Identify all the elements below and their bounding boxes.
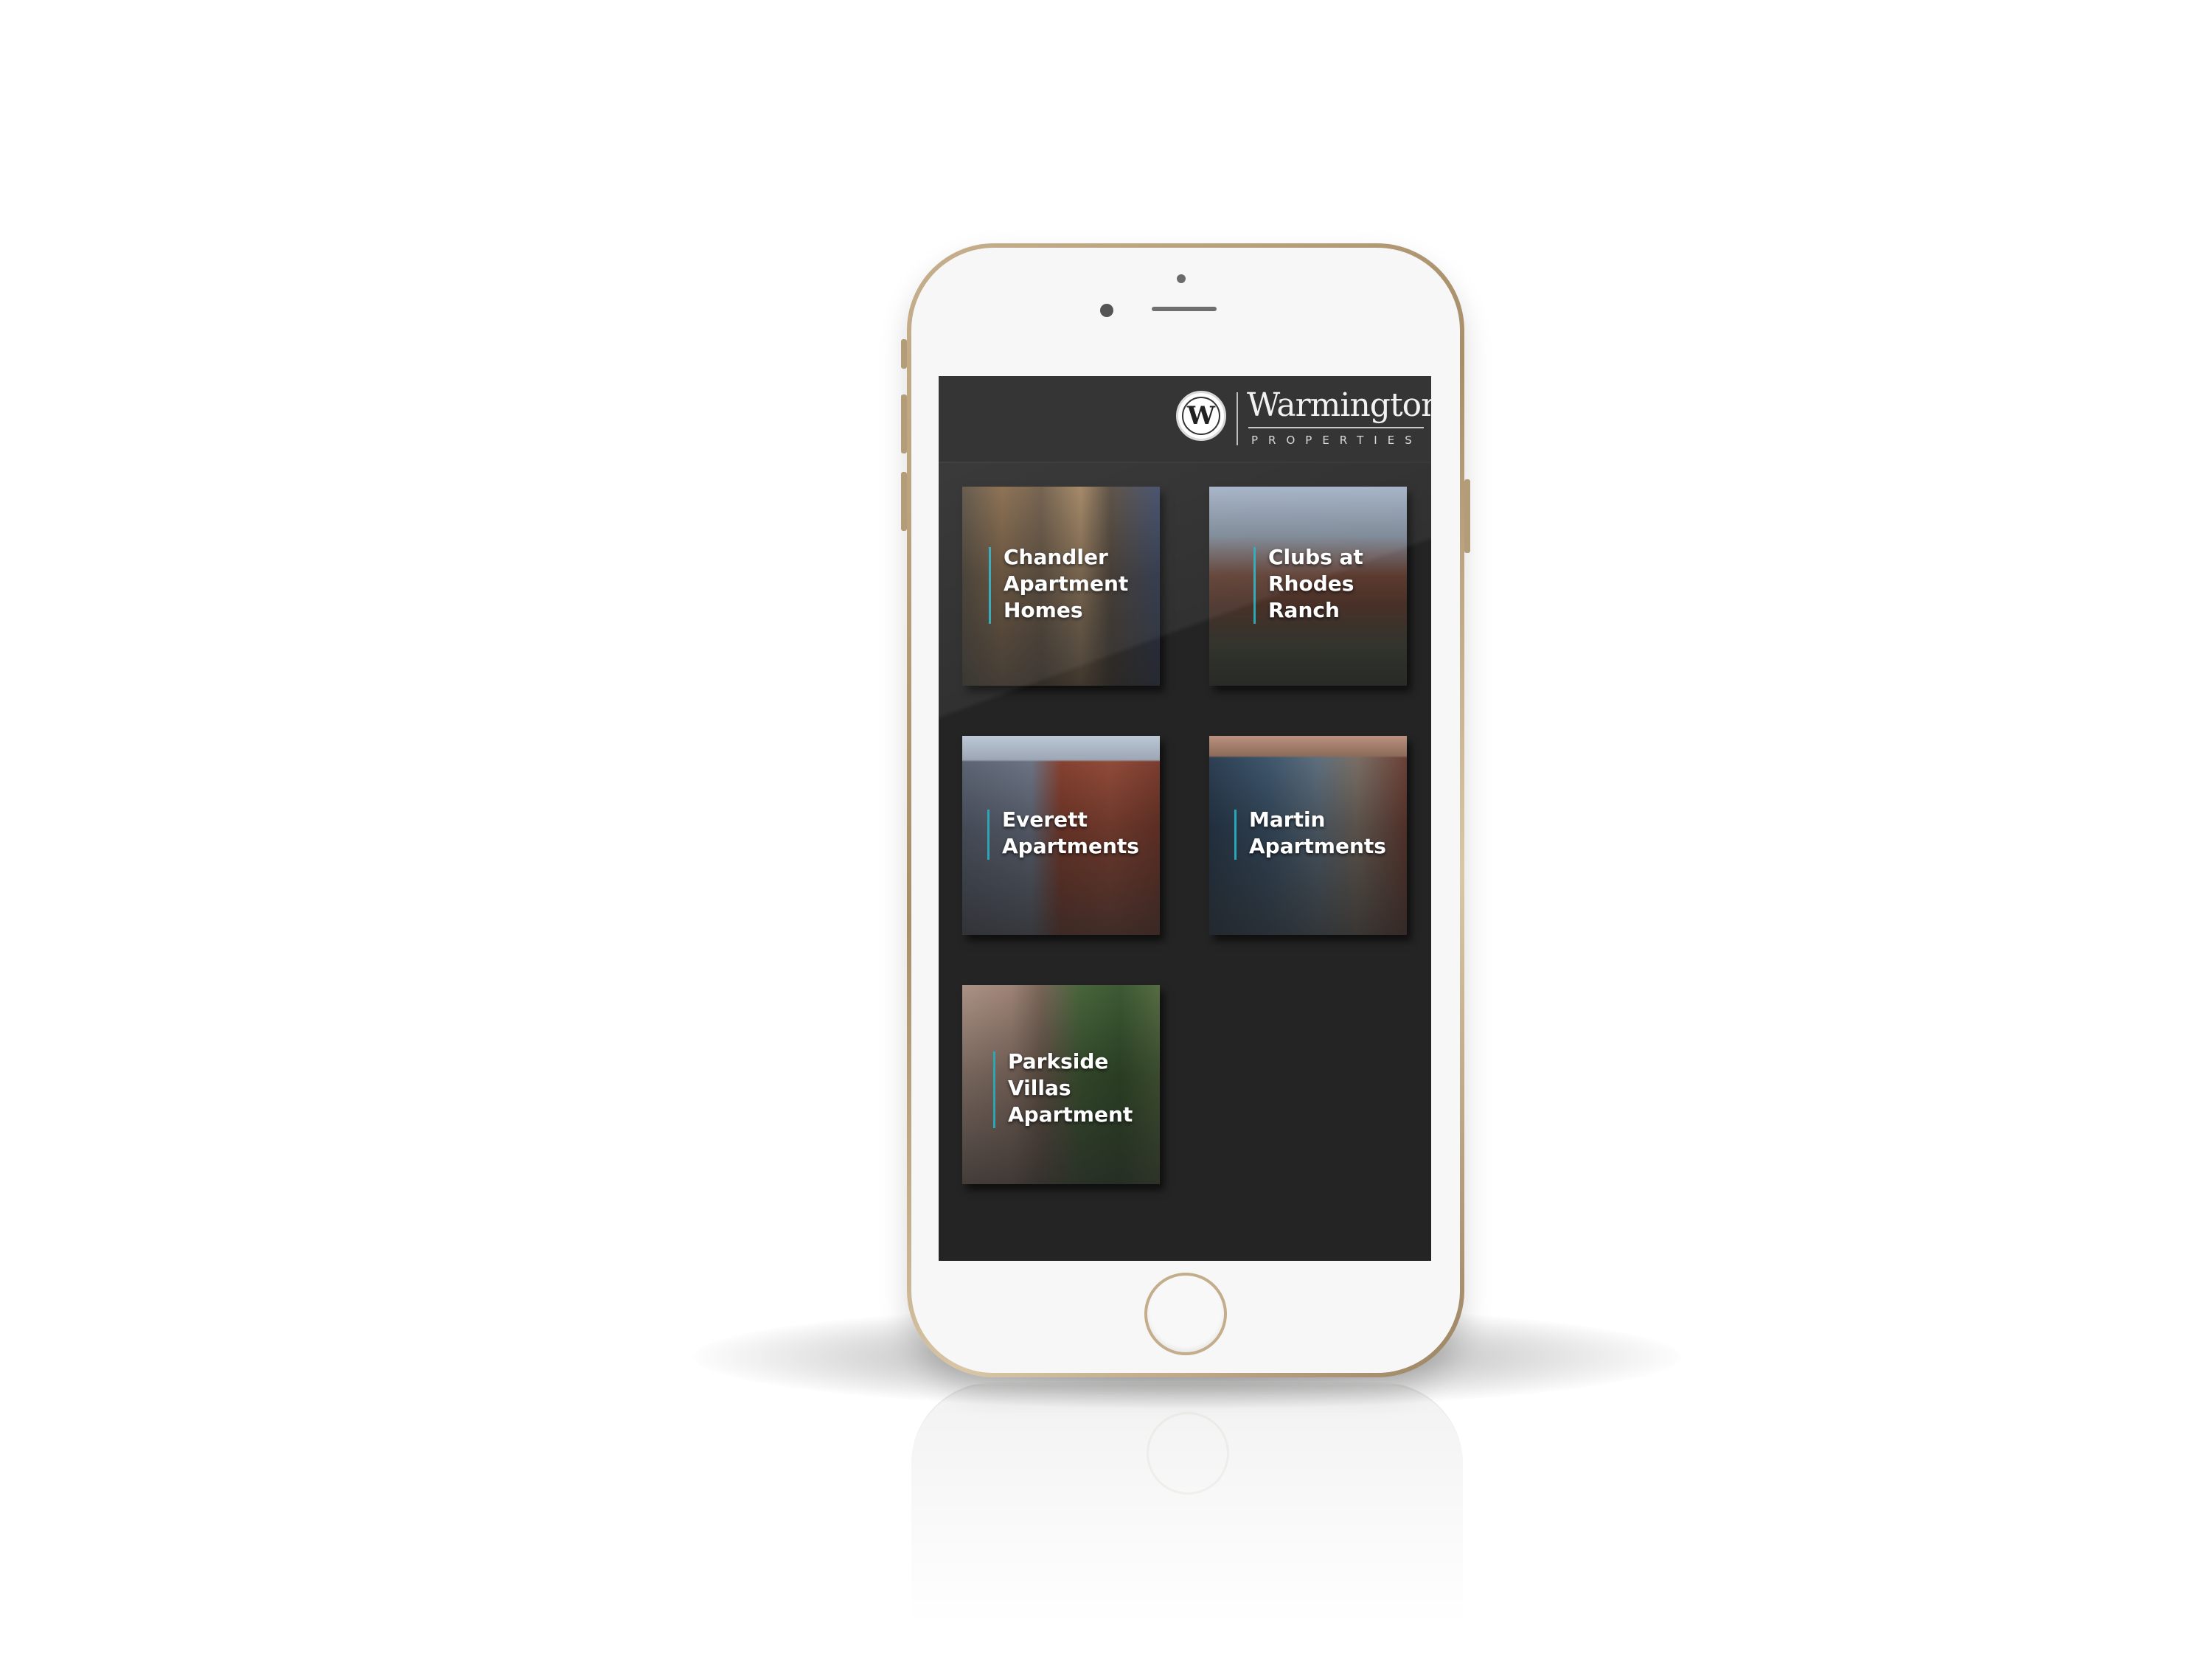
front-camera xyxy=(1177,274,1186,283)
proximity-sensor xyxy=(1100,304,1113,317)
brand-underline xyxy=(1248,427,1424,428)
property-tile-chandler[interactable]: Chandler Apartment Homes xyxy=(962,487,1160,686)
brand-name: Warmington xyxy=(1247,386,1431,424)
property-tile-clubs-rhodes-ranch[interactable]: Clubs at Rhodes Ranch xyxy=(1209,487,1407,686)
mute-switch xyxy=(901,339,907,369)
home-button[interactable] xyxy=(1144,1273,1227,1355)
home-button-reflection xyxy=(1147,1412,1229,1495)
phone-screen: W Warmington PROPERTIES Chandler Apartme… xyxy=(939,376,1431,1261)
power-button xyxy=(1464,479,1470,553)
logo-divider xyxy=(1237,392,1238,445)
app-header: W Warmington PROPERTIES xyxy=(939,376,1431,463)
warmington-logo-icon[interactable]: W xyxy=(1176,391,1226,441)
property-tile-everett[interactable]: Everett Apartments xyxy=(962,736,1160,935)
brand-tagline: PROPERTIES xyxy=(1251,434,1422,447)
property-name: Parkside Villas Apartment xyxy=(1008,1049,1133,1127)
property-name: Martin Apartments xyxy=(1249,807,1386,858)
volume-up-button xyxy=(901,394,907,453)
tile-accent-bar xyxy=(987,810,990,860)
property-tile-martin[interactable]: Martin Apartments xyxy=(1209,736,1407,935)
earpiece-speaker xyxy=(1152,307,1217,311)
volume-down-button xyxy=(901,472,907,531)
tile-accent-bar xyxy=(993,1051,995,1128)
property-name: Everett Apartments xyxy=(1002,807,1139,858)
tile-accent-bar xyxy=(1234,810,1237,860)
tile-accent-bar xyxy=(1253,547,1256,624)
property-name: Clubs at Rhodes Ranch xyxy=(1268,545,1363,622)
property-name: Chandler Apartment Homes xyxy=(1004,545,1129,622)
logo-letter: W xyxy=(1182,397,1220,435)
mockup-stage: W Warmington PROPERTIES Chandler Apartme… xyxy=(0,0,2212,1659)
tile-accent-bar xyxy=(989,547,991,624)
property-tile-parkside-villas[interactable]: Parkside Villas Apartment xyxy=(962,985,1160,1184)
